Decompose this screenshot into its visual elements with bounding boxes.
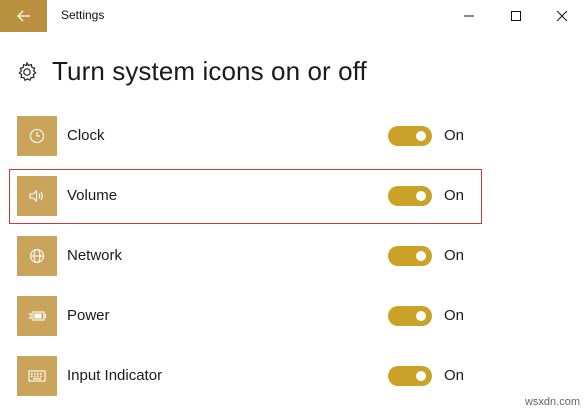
gear-icon	[18, 61, 37, 82]
page-title: Turn system icons on or off	[52, 56, 367, 86]
globe-icon	[29, 248, 45, 264]
title-bar: Settings	[0, 0, 586, 32]
back-button[interactable]	[0, 0, 47, 32]
clock-state: On	[444, 127, 465, 144]
clock-tile	[17, 116, 57, 156]
toggle-knob	[416, 311, 426, 321]
clock-toggle[interactable]	[388, 126, 432, 146]
keyboard-icon	[28, 370, 46, 382]
input-indicator-label: Input Indicator	[67, 367, 163, 384]
arrow-left-icon	[16, 10, 30, 22]
maximize-button[interactable]	[493, 0, 539, 32]
list-item-input-indicator: Input Indicator On	[17, 356, 487, 396]
network-label: Network	[67, 247, 123, 264]
volume-toggle[interactable]	[388, 186, 432, 206]
minimize-button[interactable]	[446, 0, 492, 32]
power-state: On	[444, 307, 465, 324]
volume-tile	[17, 176, 57, 216]
toggle-knob	[416, 131, 426, 141]
input-indicator-toggle[interactable]	[388, 366, 432, 386]
toggle-knob	[416, 191, 426, 201]
power-label: Power	[67, 307, 110, 324]
close-button[interactable]	[539, 0, 585, 32]
watermark: wsxdn.com	[524, 396, 580, 408]
input-indicator-tile	[17, 356, 57, 396]
network-state: On	[444, 247, 465, 264]
volume-label: Volume	[67, 187, 118, 204]
window-title: Settings	[61, 8, 105, 22]
list-item-volume: Volume On	[17, 176, 487, 216]
network-tile	[17, 236, 57, 276]
list-item-network: Network On	[17, 236, 487, 276]
battery-plug-icon	[28, 311, 46, 321]
input-indicator-state: On	[444, 367, 465, 384]
minimize-icon	[464, 15, 474, 17]
toggle-knob	[416, 251, 426, 261]
power-toggle[interactable]	[388, 306, 432, 326]
clock-label: Clock	[67, 127, 105, 144]
maximize-icon	[511, 11, 521, 21]
clock-icon	[29, 128, 45, 144]
list-item-clock: Clock On	[17, 116, 487, 156]
list-item-power: Power On	[17, 296, 487, 336]
volume-icon	[29, 189, 43, 203]
volume-state: On	[444, 187, 465, 204]
network-toggle[interactable]	[388, 246, 432, 266]
power-tile	[17, 296, 57, 336]
toggle-knob	[416, 371, 426, 381]
close-icon	[556, 10, 568, 22]
